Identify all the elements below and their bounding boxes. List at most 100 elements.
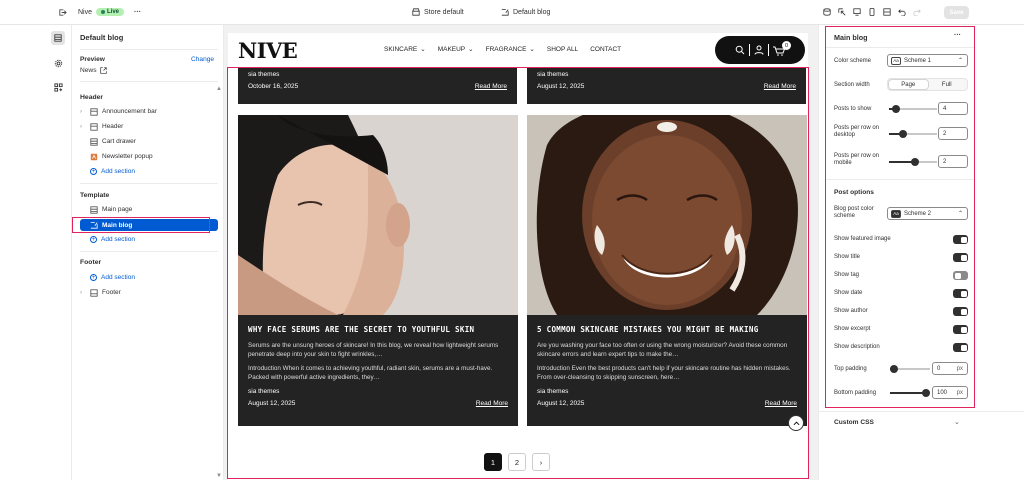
top-bar: Nive Live ··· Store default Default blog… (0, 0, 1024, 25)
nav-item-fragrance[interactable]: FRAGRANCE ⌄ (486, 45, 535, 54)
post-title[interactable]: WHY FACE SERUMS ARE THE SECRET TO YOUTHF… (248, 325, 474, 334)
sidebar-item-cart-drawer[interactable]: Cart drawer (80, 136, 218, 147)
fullscreen-icon[interactable] (883, 8, 891, 16)
scroll-down-caret-icon: ▼ (216, 473, 222, 479)
nav-item-makeup[interactable]: MAKEUP ⌄ (438, 45, 474, 54)
scroll-to-top-button[interactable] (788, 415, 804, 431)
toggle-label: Show tag (834, 272, 860, 278)
layout-icon (90, 122, 98, 131)
slider-knob[interactable] (911, 157, 919, 166)
toggle-row-author: Show author (834, 307, 968, 317)
redo-icon[interactable] (913, 8, 921, 16)
inspector-icon[interactable] (838, 8, 846, 16)
posts-desktop-input[interactable]: 2 (938, 127, 968, 140)
account-icon[interactable] (754, 45, 764, 55)
store-logo[interactable]: NIVE (238, 38, 298, 63)
sidebar-item-label: Newsletter popup (102, 153, 153, 160)
show-excerpt-toggle[interactable] (953, 325, 968, 334)
top-padding-input[interactable]: 0 px (932, 362, 968, 375)
page-1-button[interactable]: 1 (484, 453, 502, 471)
layout-icon (90, 137, 98, 146)
read-more-link[interactable]: Read More (475, 83, 507, 90)
show-date-toggle[interactable] (953, 289, 968, 298)
read-more-link[interactable]: Read More (765, 400, 797, 407)
store-selector[interactable]: Store default (412, 8, 464, 16)
sidebar-item-label: Announcement bar (102, 108, 157, 115)
panel-more-button[interactable]: ··· (954, 32, 961, 39)
post-card[interactable]: WHY FACE SERUMS ARE THE SECRET TO YOUTHF… (238, 115, 518, 426)
slider-knob[interactable] (899, 129, 907, 138)
sidebar-item-footer[interactable]: › Footer (80, 287, 218, 298)
add-section-label: Add section (101, 168, 135, 175)
sidebar-item-main-blog[interactable]: Main blog (80, 219, 218, 231)
bottom-padding-input[interactable]: 100 px (932, 386, 968, 399)
blog-post-scheme-select[interactable]: Aa Scheme 2 ⌃ (887, 207, 968, 220)
posts-mobile-slider[interactable] (889, 157, 937, 166)
page-2-button[interactable]: 2 (508, 453, 526, 471)
show-author-toggle[interactable] (953, 307, 968, 316)
nav-label: SKINCARE (384, 45, 418, 53)
preview-value[interactable]: News (80, 67, 107, 74)
posts-desktop-slider[interactable] (889, 129, 937, 138)
search-icon[interactable] (735, 45, 745, 55)
show-featured-image-toggle[interactable] (953, 235, 968, 244)
slider-knob[interactable] (922, 388, 930, 397)
chevron-down-icon: ⌄ (468, 46, 474, 53)
more-menu-button[interactable]: ··· (134, 9, 141, 16)
add-section-header-button[interactable]: + Add section (80, 166, 218, 177)
sidebar-item-newsletter-popup[interactable]: Newsletter popup (80, 151, 218, 162)
chevron-down-icon: ⌄ (529, 46, 535, 53)
post-title[interactable]: 5 COMMON SKINCARE MISTAKES YOU MIGHT BE … (537, 325, 759, 334)
desktop-icon[interactable] (853, 8, 861, 16)
sidebar-item-announcement-bar[interactable]: › Announcement bar (80, 106, 218, 117)
apps-icon[interactable] (51, 80, 65, 94)
custom-css-heading[interactable]: Custom CSS (834, 419, 874, 426)
top-padding-slider[interactable] (890, 364, 930, 373)
sidebar-item-header[interactable]: › Header (80, 121, 218, 132)
store-nav: SKINCARE ⌄ MAKEUP ⌄ FRAGRANCE ⌄ SHOP ALL CO… (384, 45, 621, 54)
color-scheme-row: Color scheme Aa Scheme 1 ⌃ (834, 54, 968, 68)
save-button[interactable]: Save (944, 6, 969, 19)
post-card[interactable]: 5 COMMON SKINCARE MISTAKES YOU MIGHT BE … (527, 115, 807, 426)
posts-mobile-input[interactable]: 2 (938, 155, 968, 168)
undo-icon[interactable] (898, 8, 906, 16)
slider-knob[interactable] (890, 364, 898, 373)
add-section-footer-button[interactable]: + Add section (80, 272, 218, 283)
nav-item-contact[interactable]: CONTACT (590, 45, 621, 53)
sections-icon[interactable] (51, 31, 65, 45)
show-tag-toggle[interactable] (953, 271, 968, 280)
featured-image-serum[interactable] (238, 115, 518, 315)
bottom-padding-slider[interactable] (890, 388, 930, 397)
featured-image-skincare-mistakes[interactable] (527, 115, 807, 315)
nav-item-shop-all[interactable]: SHOP ALL (547, 45, 578, 53)
mobile-icon[interactable] (868, 8, 876, 16)
read-more-link[interactable]: Read More (764, 83, 796, 90)
settings-panel: Main blog ··· Color scheme Aa Scheme 1 ⌃… (826, 27, 974, 407)
post-date: August 12, 2025 (537, 83, 585, 90)
posts-to-show-input[interactable]: 4 (938, 102, 968, 115)
template-selector[interactable]: Default blog (501, 8, 550, 16)
show-description-toggle[interactable] (953, 343, 968, 352)
next-page-button[interactable]: › (532, 453, 550, 471)
color-scheme-select[interactable]: Aa Scheme 1 ⌃ (887, 54, 968, 67)
read-more-link[interactable]: Read More (476, 400, 508, 407)
posts-to-show-slider[interactable] (889, 104, 937, 113)
settings-gear-icon[interactable] (51, 56, 65, 70)
slider-knob[interactable] (892, 104, 901, 113)
nav-item-skincare[interactable]: SKINCARE ⌄ (384, 45, 426, 54)
toggle-label: Show excerpt (834, 326, 871, 332)
sidebar-item-main-page[interactable]: Main page (80, 204, 218, 215)
toggle-row-description: Show description (834, 343, 968, 353)
width-option-full[interactable]: Full (928, 80, 967, 89)
chevron-down-icon[interactable]: ⌄ (954, 418, 960, 426)
post-author: sia themes (248, 71, 280, 78)
store-label: Store default (424, 8, 464, 16)
blog-icon (501, 9, 509, 16)
database-icon[interactable] (823, 8, 831, 16)
exit-icon[interactable] (58, 8, 67, 17)
show-title-toggle[interactable] (953, 253, 968, 262)
width-option-page[interactable]: Page (889, 80, 928, 89)
sidebar-title: Default blog (80, 33, 124, 42)
change-preview-link[interactable]: Change (191, 56, 214, 63)
add-section-template-button[interactable]: + Add section (80, 234, 218, 245)
